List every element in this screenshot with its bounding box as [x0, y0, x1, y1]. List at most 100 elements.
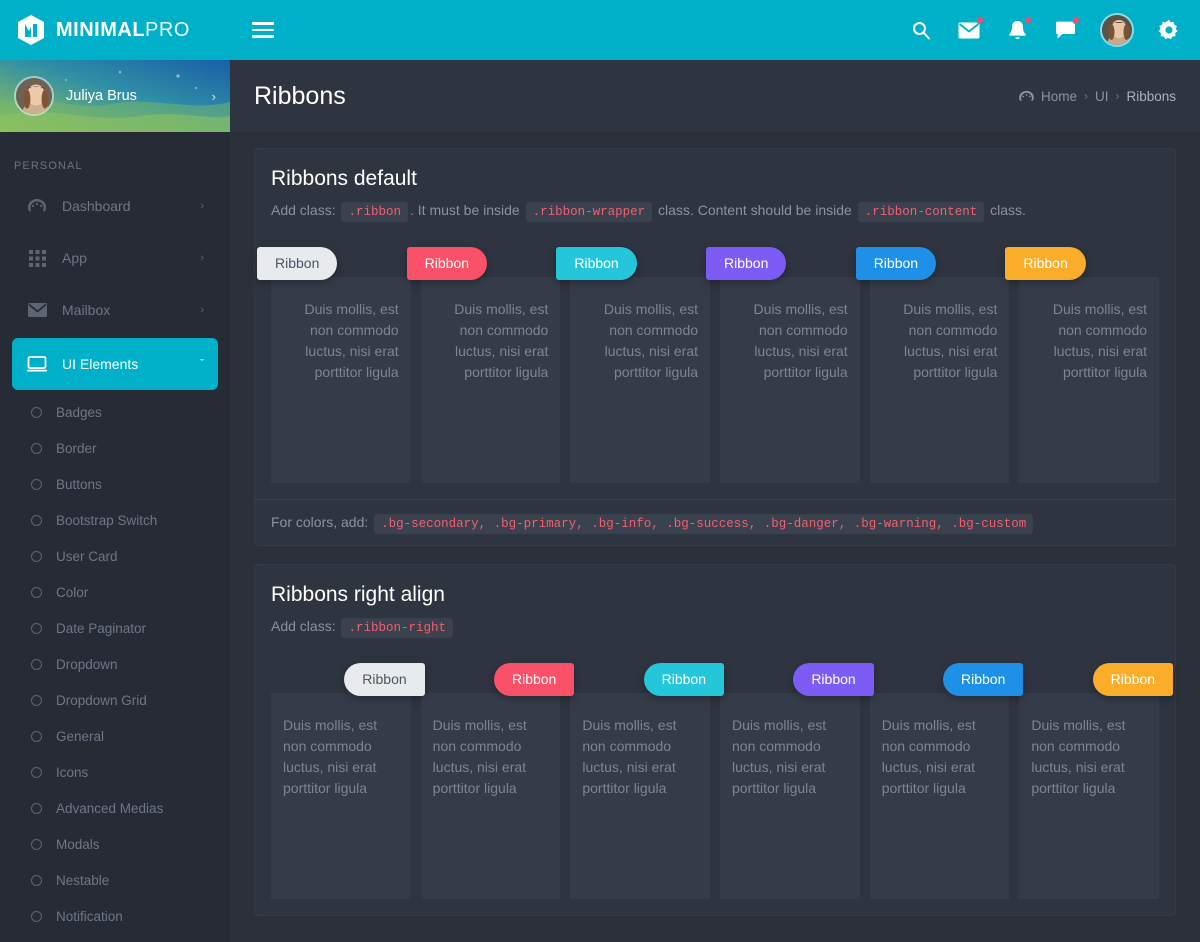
content-area: Ribbons default Add class: .ribbon. It m…: [230, 132, 1200, 942]
sidebar-profile[interactable]: Juliya Brus ›: [0, 60, 230, 132]
sidebar-subitem-label: Buttons: [56, 476, 102, 492]
ribbon-badge[interactable]: Ribbon: [793, 662, 874, 696]
bell-icon[interactable]: [1004, 16, 1032, 43]
circle-icon: [31, 514, 42, 526]
ribbon-wrapper: Ribbon Duis mollis, est non commodo luct…: [1019, 662, 1174, 899]
card-footer-colors: For colors, add: .bg-secondary, .bg-prim…: [255, 498, 1175, 545]
breadcrumb-home[interactable]: Home: [1041, 89, 1077, 104]
gear-icon[interactable]: [1156, 17, 1182, 43]
sidebar-subitem-label: Dropdown: [56, 656, 118, 672]
circle-icon: [31, 622, 42, 634]
ribbon-badge[interactable]: Ribbon: [493, 662, 575, 696]
top-bar-right: [230, 0, 1200, 60]
brand-logo[interactable]: MINIMALPRO: [0, 0, 230, 60]
circle-icon: [31, 730, 42, 742]
ribbon-content: Duis mollis, est non commodo luctus, nis…: [720, 276, 860, 483]
mail-badge: [976, 16, 984, 24]
ribbon-wrapper: Ribbon Duis mollis, est non commodo luct…: [706, 246, 860, 483]
ribbon-content: Duis mollis, est non commodo luctus, nis…: [271, 276, 411, 483]
ribbon-badge[interactable]: Ribbon: [643, 662, 725, 696]
avatar[interactable]: [1100, 13, 1134, 47]
sidebar-item-label: Mailbox: [62, 302, 111, 318]
sidebar-subitem-label: Modals: [56, 836, 100, 852]
sidebar-subitem-general[interactable]: General: [12, 718, 218, 754]
sidebar-subitem-date-paginator[interactable]: Date Paginator: [12, 610, 218, 646]
sidebar-item-ui-elements[interactable]: UI Elements ˇ: [12, 338, 218, 390]
card-footer-code: .bg-secondary, .bg-primary, .bg-info, .b…: [374, 513, 1034, 534]
monitor-icon: [26, 356, 48, 372]
sidebar-subitem-label: Notification: [56, 908, 123, 924]
sidebar-subitem-bootstrap-switch[interactable]: Bootstrap Switch: [12, 502, 218, 538]
sidebar-item-mailbox[interactable]: Mailbox ›: [12, 286, 218, 334]
search-icon[interactable]: [908, 17, 934, 43]
circle-icon: [31, 838, 42, 850]
sidebar-subitem-advanced-medias[interactable]: Advanced Medias: [12, 790, 218, 826]
page-body: Juliya Brus › PERSONAL Dashboard › App ›…: [0, 60, 1200, 942]
main-area: Ribbons Home › UI › Ribbons Ribbons defa…: [230, 60, 1200, 942]
circle-icon: [31, 478, 42, 490]
sidebar-subitem-label: Color: [56, 584, 89, 600]
profile-content: Juliya Brus ›: [14, 76, 216, 116]
circle-icon: [31, 694, 42, 706]
circle-icon: [31, 874, 42, 886]
ribbon-wrapper: Ribbon Duis mollis, est non commodo luct…: [869, 662, 1024, 899]
sidebar-subitem-label: Icons: [56, 764, 89, 780]
ribbon-badge[interactable]: Ribbon: [942, 662, 1024, 696]
circle-icon: [31, 658, 42, 670]
sidebar-subitem-label: Border: [56, 440, 97, 456]
mail-icon[interactable]: [956, 16, 984, 43]
ribbon-badge[interactable]: Ribbon: [1092, 662, 1174, 696]
circle-icon: [31, 586, 42, 598]
sidebar-item-app[interactable]: App ›: [12, 234, 218, 282]
sidebar-subitem-modals[interactable]: Modals: [12, 826, 218, 862]
circle-icon: [31, 766, 42, 778]
card-body: Ribbons right align Add class: .ribbon-r…: [255, 565, 1175, 915]
sidebar-subitem-dropdown[interactable]: Dropdown: [12, 646, 218, 682]
profile-name: Juliya Brus: [66, 88, 137, 104]
ribbon-badge[interactable]: Ribbon: [855, 246, 937, 280]
ribbon-badge[interactable]: Ribbon: [257, 246, 338, 280]
ribbon-content: Duis mollis, est non commodo luctus, nis…: [271, 692, 411, 899]
sidebar-subitem-user-card[interactable]: User Card: [12, 538, 218, 574]
gauge-icon: [26, 198, 48, 214]
ribbon-badge[interactable]: Ribbon: [406, 246, 488, 280]
topbar-actions: [908, 13, 1182, 47]
breadcrumb-ui[interactable]: UI: [1095, 89, 1109, 104]
card-ribbons-default: Ribbons default Add class: .ribbon. It m…: [254, 148, 1176, 546]
card-body: Ribbons default Add class: .ribbon. It m…: [255, 149, 1175, 499]
card-ribbons-right-align: Ribbons right align Add class: .ribbon-r…: [254, 563, 1176, 916]
ribbon-badge[interactable]: Ribbon: [556, 246, 637, 280]
sidebar-subitem-badges[interactable]: Badges: [12, 394, 218, 430]
page-header: Ribbons Home › UI › Ribbons: [230, 60, 1200, 132]
sidebar-item-dashboard[interactable]: Dashboard ›: [12, 182, 218, 230]
ribbon-wrapper: Ribbon Duis mollis, est non commodo luct…: [406, 246, 561, 483]
ribbon-badge[interactable]: Ribbon: [706, 246, 787, 280]
inline-code: .ribbon: [341, 202, 408, 222]
chat-badge: [1072, 16, 1080, 24]
sidebar-subitem-dropdown-grid[interactable]: Dropdown Grid: [12, 682, 218, 718]
breadcrumb-separator: ›: [1083, 89, 1088, 103]
sidebar-subitem-nestable[interactable]: Nestable: [12, 862, 218, 898]
sidebar-subitem-buttons[interactable]: Buttons: [12, 466, 218, 502]
sidebar-subitem-color[interactable]: Color: [12, 574, 218, 610]
ribbon-wrapper: Ribbon Duis mollis, est non commodo luct…: [556, 246, 711, 483]
chevron-right-icon: ›: [200, 200, 204, 212]
ribbon-content: Duis mollis, est non commodo luctus, nis…: [420, 276, 561, 483]
ribbon-content: Duis mollis, est non commodo luctus, nis…: [869, 276, 1010, 483]
sidebar-subitem-border[interactable]: Border: [12, 430, 218, 466]
ribbon-badge[interactable]: Ribbon: [1005, 246, 1086, 280]
menu-toggle-icon[interactable]: [252, 18, 274, 42]
sidebar-subitem-label: Nestable: [56, 872, 110, 888]
ribbon-wrapper: Ribbon Duis mollis, est non commodo luct…: [720, 662, 874, 899]
sidebar-subitem-icons[interactable]: Icons: [12, 754, 218, 790]
ribbon-content: Duis mollis, est non commodo luctus, nis…: [720, 692, 860, 899]
sidebar-submenu: Badges Border Buttons Bootstrap Switch U…: [12, 394, 218, 934]
ribbon-badge[interactable]: Ribbon: [344, 662, 425, 696]
ribbon-content: Duis mollis, est non commodo luctus, nis…: [1019, 692, 1160, 899]
inline-code: .ribbon-right: [341, 617, 454, 638]
ribbon-wrapper: Ribbon Duis mollis, est non commodo luct…: [570, 662, 725, 899]
sidebar-subitem-notification[interactable]: Notification: [12, 898, 218, 934]
ribbon-content: Duis mollis, est non commodo luctus, nis…: [869, 692, 1010, 899]
chat-icon[interactable]: [1052, 16, 1080, 43]
brand-bold: MINIMAL: [56, 18, 146, 41]
